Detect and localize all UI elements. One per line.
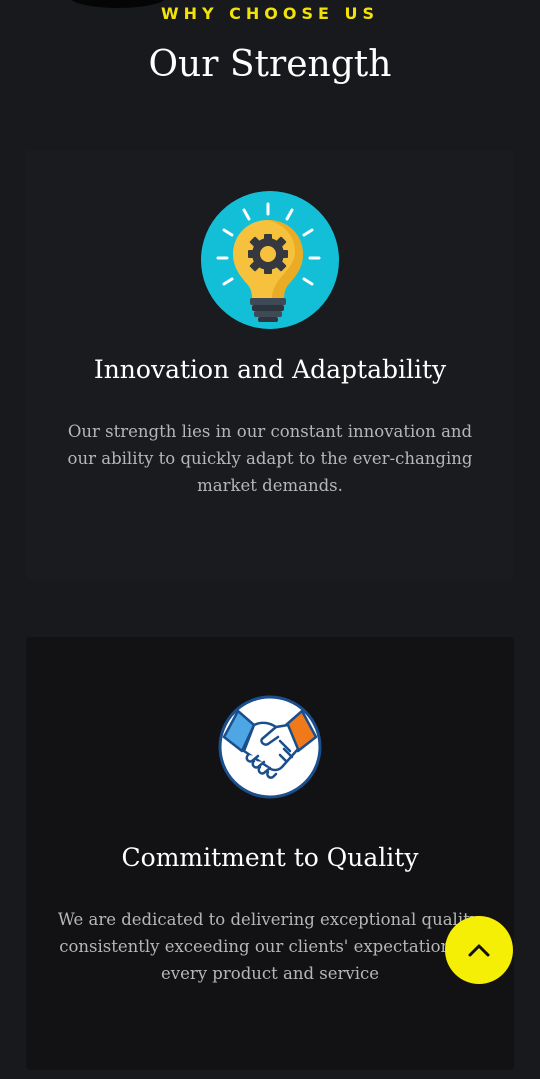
section-title: Our Strength <box>148 44 392 85</box>
scroll-to-top-button[interactable] <box>445 916 513 984</box>
handshake-icon <box>218 695 322 799</box>
card-title: Commitment to Quality <box>121 843 419 872</box>
section-eyebrow: WHY CHOOSE US <box>160 4 380 23</box>
card-description: We are dedicated to delivering exception… <box>57 910 483 983</box>
strength-card: Innovation and Adaptability Our strength… <box>26 150 514 580</box>
lightbulb-gear-icon <box>201 191 339 329</box>
card-title: Innovation and Adaptability <box>93 355 447 384</box>
strength-card: Commitment to Quality We are dedicated t… <box>26 637 514 1070</box>
chevron-up-icon <box>468 944 490 957</box>
card-description: Our strength lies in our constant innova… <box>67 422 473 495</box>
page: WHY CHOOSE US Our Strength Innovation an… <box>0 0 540 1079</box>
